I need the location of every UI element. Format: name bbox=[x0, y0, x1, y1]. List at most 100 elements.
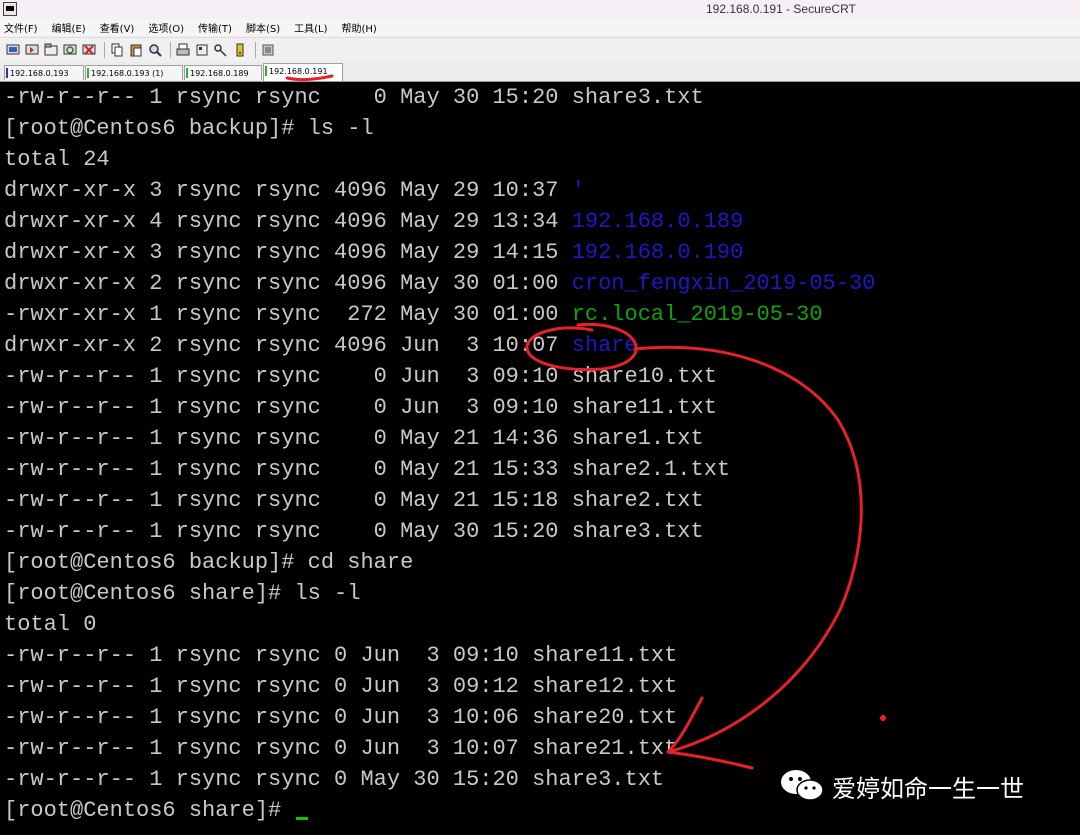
line-text: -rw-r--r-- 1 rsync rsync 0 May 21 15:18 … bbox=[4, 488, 704, 513]
paste-icon[interactable] bbox=[128, 42, 144, 58]
file-name: cron_fengxin_2019-05-30 bbox=[571, 271, 876, 296]
tab-session-189[interactable]: 192.168.0.189 bbox=[184, 65, 262, 80]
menu-bar: 文件(F) 编辑(E) 查看(V) 选项(O) 传输(T) 脚本(S) 工具(L… bbox=[0, 19, 1080, 36]
file-name: 192.168.0.189 bbox=[571, 209, 744, 234]
line-text: -rw-r--r-- 1 rsync rsync 0 May 30 15:20 … bbox=[4, 519, 704, 544]
line-text: -rw-r--r-- 1 rsync rsync 0 May 30 15:20 … bbox=[4, 85, 704, 110]
terminal-cursor bbox=[296, 817, 309, 820]
terminal-line: [root@Centos6 share]# bbox=[4, 795, 309, 826]
tab-session-193[interactable]: 192.168.0.193 bbox=[4, 65, 84, 80]
terminal-line: -rw-r--r-- 1 rsync rsync 0 May 30 15:20 … bbox=[4, 516, 704, 547]
file-name: ' bbox=[571, 178, 585, 203]
line-text: [root@Centos6 share]# ls -l bbox=[4, 581, 361, 606]
line-text: -rw-r--r-- 1 rsync rsync 0 Jun 3 09:10 s… bbox=[4, 643, 678, 668]
terminal-line: -rw-r--r-- 1 rsync rsync 0 May 30 15:20 … bbox=[4, 82, 704, 113]
session-tab-bar: 192.168.0.193 192.168.0.193 (1) 192.168.… bbox=[0, 62, 1080, 82]
file-attributes: -rwxr-xr-x 1 rsync rsync 272 May 30 01:0… bbox=[4, 302, 572, 327]
terminal-line: -rw-r--r-- 1 rsync rsync 0 Jun 3 10:06 s… bbox=[4, 702, 677, 733]
file-attributes: drwxr-xr-x 3 rsync rsync 4096 May 29 10:… bbox=[4, 178, 572, 203]
terminal-line: drwxr-xr-x 2 rsync rsync 4096 Jun 3 10:0… bbox=[4, 330, 638, 361]
menu-help[interactable]: 帮助(H) bbox=[341, 20, 376, 35]
menu-tools[interactable]: 工具(L) bbox=[294, 20, 327, 35]
line-text: -rw-r--r-- 1 rsync rsync 0 Jun 3 10:06 s… bbox=[4, 705, 678, 730]
menu-file[interactable]: 文件(F) bbox=[4, 20, 38, 35]
toolbar bbox=[0, 37, 1080, 61]
terminal-line: -rw-r--r-- 1 rsync rsync 0 May 21 14:36 … bbox=[4, 423, 704, 454]
file-attributes: drwxr-xr-x 3 rsync rsync 4096 May 29 14:… bbox=[4, 240, 572, 265]
menu-view[interactable]: 查看(V) bbox=[100, 20, 135, 35]
connect-tab-icon[interactable] bbox=[43, 42, 59, 58]
terminal-line: drwxr-xr-x 3 rsync rsync 4096 May 29 10:… bbox=[4, 175, 585, 206]
menu-edit[interactable]: 编辑(E) bbox=[52, 20, 86, 35]
tab-label: 192.168.0.193 bbox=[10, 69, 69, 78]
line-text: total 24 bbox=[4, 147, 110, 172]
tab-status-indicator bbox=[186, 68, 188, 78]
file-attributes: drwxr-xr-x 2 rsync rsync 4096 Jun 3 10:0… bbox=[4, 333, 572, 358]
terminal-line: -rw-r--r-- 1 rsync rsync 0 May 21 15:33 … bbox=[4, 454, 730, 485]
terminal-line: -rw-r--r-- 1 rsync rsync 0 Jun 3 09:10 s… bbox=[4, 361, 717, 392]
copy-icon[interactable] bbox=[109, 42, 125, 58]
tab-label: 192.168.0.189 bbox=[190, 69, 249, 78]
quick-connect-icon[interactable] bbox=[24, 42, 40, 58]
toolbar-separator bbox=[255, 41, 256, 58]
file-name: 192.168.0.190 bbox=[571, 240, 744, 265]
terminal-line: -rw-r--r-- 1 rsync rsync 0 Jun 3 09:12 s… bbox=[4, 671, 677, 702]
tab-status-indicator bbox=[6, 68, 8, 78]
line-text: -rw-r--r-- 1 rsync rsync 0 May 30 15:20 … bbox=[4, 767, 665, 792]
menu-script[interactable]: 脚本(S) bbox=[246, 20, 280, 35]
file-name: share bbox=[571, 333, 638, 358]
reconnect-icon[interactable] bbox=[62, 42, 78, 58]
menu-options[interactable]: 选项(O) bbox=[148, 20, 184, 35]
tab-status-indicator bbox=[87, 68, 89, 78]
watermark-text: 爱婷如命一生一世 bbox=[832, 774, 1024, 803]
terminal-line: -rw-r--r-- 1 rsync rsync 0 Jun 3 10:07 s… bbox=[4, 733, 677, 764]
terminal-line: [root@Centos6 backup]# ls -l bbox=[4, 113, 374, 144]
terminal-line: -rw-r--r-- 1 rsync rsync 0 Jun 3 09:10 s… bbox=[4, 640, 677, 671]
map-icon[interactable] bbox=[260, 42, 276, 58]
terminal-line: drwxr-xr-x 4 rsync rsync 4096 May 29 13:… bbox=[4, 206, 743, 237]
terminal-line: drwxr-xr-x 2 rsync rsync 4096 May 30 01:… bbox=[4, 268, 875, 299]
line-text: -rw-r--r-- 1 rsync rsync 0 Jun 3 09:12 s… bbox=[4, 674, 678, 699]
securecrt-app-icon[interactable] bbox=[3, 2, 17, 16]
line-text: total 0 bbox=[4, 612, 97, 637]
terminal-output[interactable]: -rw-r--r-- 1 rsync rsync 0 May 30 15:20 … bbox=[0, 82, 1080, 835]
tab-session-191[interactable]: 192.168.0.191 bbox=[263, 63, 343, 81]
line-text: -rw-r--r-- 1 rsync rsync 0 Jun 3 09:10 s… bbox=[4, 364, 717, 389]
tab-label: 192.168.0.193 (1) bbox=[91, 69, 164, 78]
toolbar-separator bbox=[104, 41, 105, 58]
tab-label: 192.168.0.191 bbox=[269, 67, 328, 76]
terminal-line: total 0 bbox=[4, 609, 96, 640]
terminal-line: drwxr-xr-x 3 rsync rsync 4096 May 29 14:… bbox=[4, 237, 743, 268]
line-text: [root@Centos6 backup]# ls -l bbox=[4, 116, 374, 141]
terminal-line: -rw-r--r-- 1 rsync rsync 0 Jun 3 09:10 s… bbox=[4, 392, 717, 423]
menu-transfer[interactable]: 传输(T) bbox=[198, 20, 232, 35]
find-icon[interactable] bbox=[147, 42, 163, 58]
toolbar-separator bbox=[170, 41, 171, 58]
tab-status-indicator bbox=[265, 66, 267, 76]
terminal-line: -rw-r--r-- 1 rsync rsync 0 May 30 15:20 … bbox=[4, 764, 664, 795]
line-text: -rw-r--r-- 1 rsync rsync 0 Jun 3 09:10 s… bbox=[4, 395, 717, 420]
window-title: 192.168.0.191 - SecureCRT bbox=[706, 2, 856, 16]
settings-icon[interactable] bbox=[194, 42, 210, 58]
line-text: -rw-r--r-- 1 rsync rsync 0 Jun 3 10:07 s… bbox=[4, 736, 678, 761]
file-name: rc.local_2019-05-30 bbox=[571, 302, 823, 327]
terminal-line: -rw-r--r-- 1 rsync rsync 0 May 21 15:18 … bbox=[4, 485, 704, 516]
print-icon[interactable] bbox=[175, 42, 191, 58]
terminal-line: [root@Centos6 backup]# cd share bbox=[4, 547, 413, 578]
connect-icon[interactable] bbox=[5, 42, 21, 58]
file-attributes: drwxr-xr-x 4 rsync rsync 4096 May 29 13:… bbox=[4, 209, 572, 234]
key-icon[interactable] bbox=[213, 42, 229, 58]
terminal-line: total 24 bbox=[4, 144, 110, 175]
help-icon[interactable] bbox=[232, 42, 248, 58]
terminal-line: -rwxr-xr-x 1 rsync rsync 272 May 30 01:0… bbox=[4, 299, 823, 330]
line-text: [root@Centos6 backup]# cd share bbox=[4, 550, 414, 575]
tab-session-193-1[interactable]: 192.168.0.193 (1) bbox=[85, 65, 183, 80]
disconnect-icon[interactable] bbox=[81, 42, 97, 58]
line-text: -rw-r--r-- 1 rsync rsync 0 May 21 15:33 … bbox=[4, 457, 731, 482]
terminal-line: [root@Centos6 share]# ls -l bbox=[4, 578, 360, 609]
line-text: -rw-r--r-- 1 rsync rsync 0 May 21 14:36 … bbox=[4, 426, 704, 451]
wechat-icon bbox=[781, 770, 824, 801]
title-bar: 192.168.0.191 - SecureCRT bbox=[0, 0, 1080, 19]
file-attributes: drwxr-xr-x 2 rsync rsync 4096 May 30 01:… bbox=[4, 271, 572, 296]
watermark: 爱婷如命一生一世 bbox=[780, 766, 1024, 806]
